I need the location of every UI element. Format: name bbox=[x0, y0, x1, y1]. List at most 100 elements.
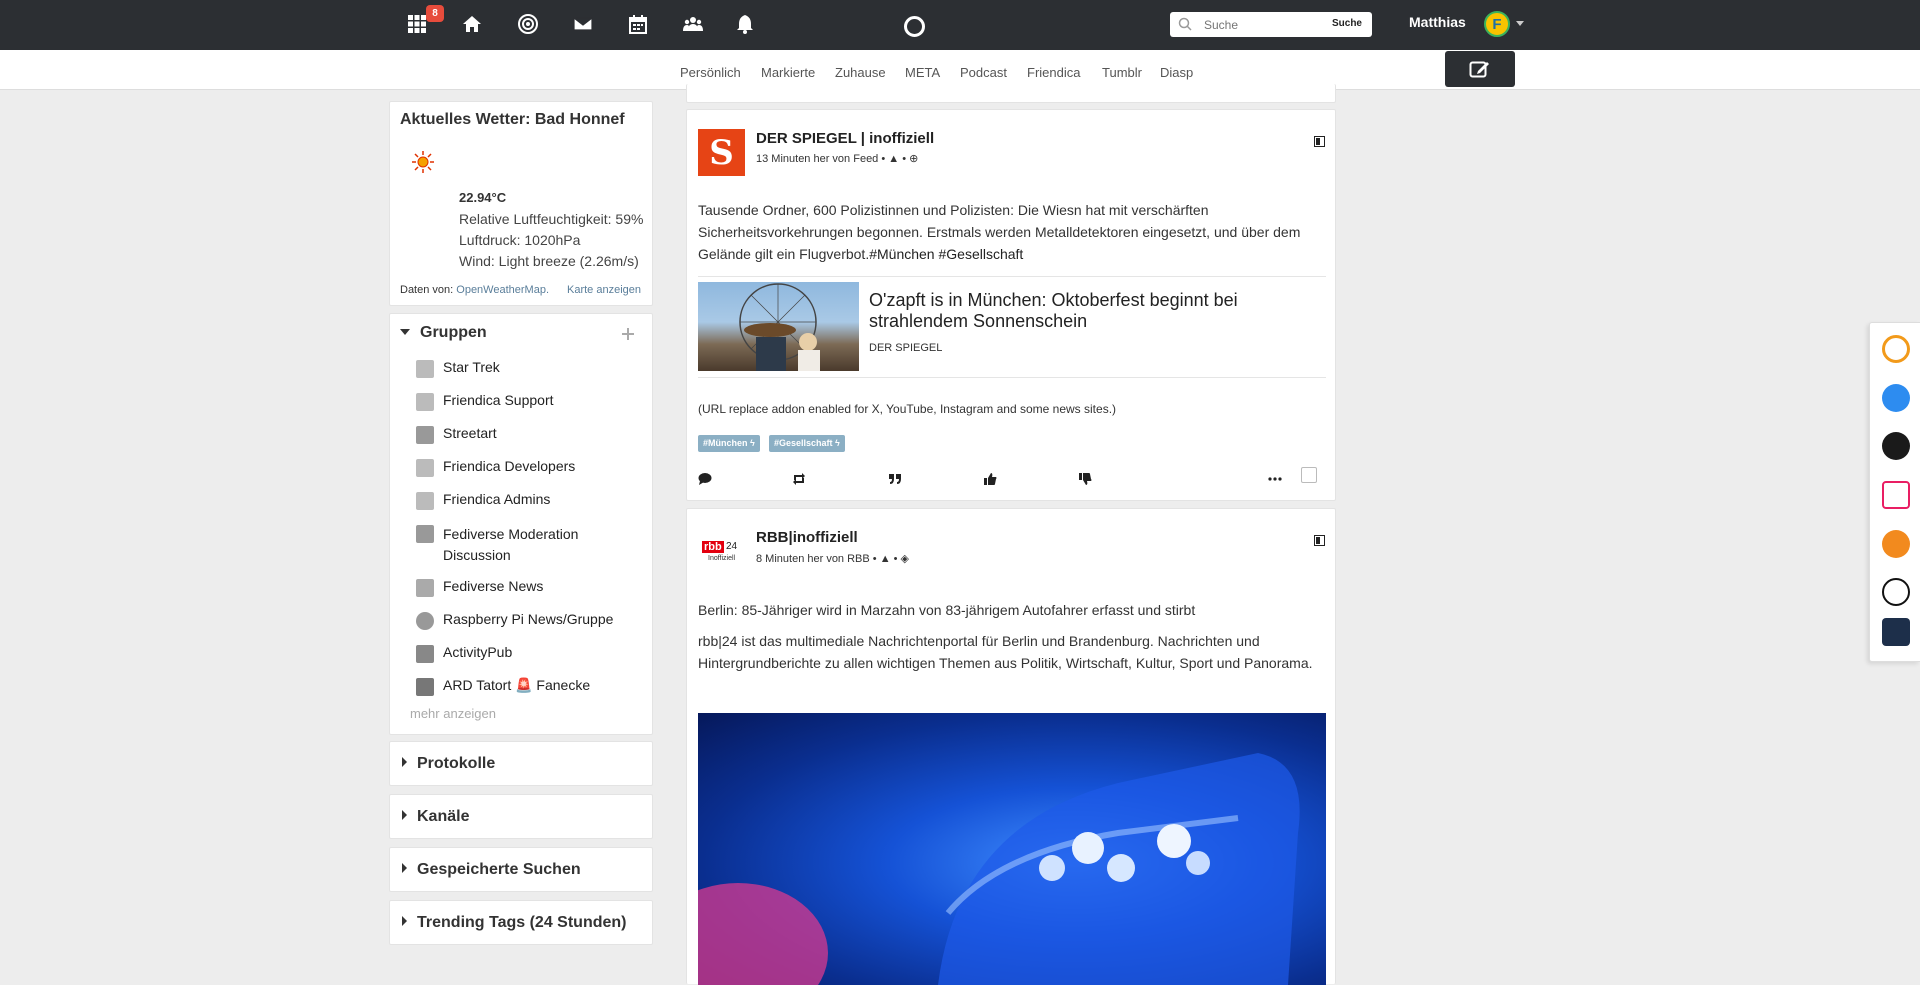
group-item-ard-tatort[interactable]: ARD Tatort 🚨 Fanecke bbox=[416, 677, 590, 696]
tab-tumblr[interactable]: Tumblr bbox=[1102, 65, 1142, 80]
group-avatar bbox=[416, 426, 434, 444]
section-saved-searches[interactable]: Gespeicherte Suchen bbox=[389, 847, 653, 892]
post-image-police-light[interactable] bbox=[698, 713, 1326, 985]
search-button[interactable]: Suche bbox=[1332, 18, 1362, 29]
group-avatar bbox=[416, 645, 434, 663]
group-item-activitypub[interactable]: ActivityPub bbox=[416, 644, 512, 663]
post-meta: 13 Minuten her von Feed • ▲ • ⊕ bbox=[756, 153, 919, 165]
post-body: rbb|24 ist das multimediale Nachrichtenp… bbox=[698, 633, 1313, 671]
section-protokolle[interactable]: Protokolle bbox=[389, 741, 653, 786]
comment-icon[interactable] bbox=[698, 472, 714, 488]
contacts-group-icon[interactable] bbox=[681, 12, 705, 36]
group-item-friendica-support[interactable]: Friendica Support bbox=[416, 392, 554, 411]
group-item-raspberry-pi[interactable]: Raspberry Pi News/Gruppe bbox=[416, 611, 613, 630]
quote-icon[interactable] bbox=[888, 472, 904, 488]
post-body: Tausende Ordner, 600 Polizistinnen und P… bbox=[698, 202, 1301, 262]
app-fediverse-icon[interactable] bbox=[1882, 335, 1910, 363]
user-menu-caret-icon[interactable] bbox=[1516, 21, 1524, 26]
group-item-fediverse-news[interactable]: Fediverse News bbox=[416, 578, 543, 597]
home-icon[interactable] bbox=[460, 12, 484, 36]
post-author[interactable]: DER SPIEGEL | inoffiziell bbox=[756, 130, 934, 147]
app-share-icon[interactable] bbox=[1882, 618, 1910, 646]
app-hexagon-icon[interactable] bbox=[1882, 481, 1910, 509]
section-kanaele[interactable]: Kanäle bbox=[389, 794, 653, 839]
weather-title: Aktuelles Wetter: Bad Honnef bbox=[400, 111, 625, 128]
rbb-logo-text: rbb bbox=[702, 541, 724, 553]
weather-humidity: Relative Luftfeuchtigkeit: 59% bbox=[459, 211, 644, 227]
rbb-logo-number: 24 bbox=[726, 541, 738, 552]
user-avatar[interactable]: F bbox=[1484, 11, 1510, 37]
app-yin-yang-icon[interactable] bbox=[1882, 578, 1910, 606]
section-trending-tags[interactable]: Trending Tags (24 Stunden) bbox=[389, 900, 653, 945]
link-preview-title[interactable]: O'zapft is in München: Oktoberfest begin… bbox=[869, 290, 1289, 332]
search-icon bbox=[1178, 17, 1192, 31]
app-bird-icon[interactable] bbox=[1882, 432, 1910, 460]
group-avatar bbox=[416, 579, 434, 597]
reshare-icon[interactable] bbox=[792, 472, 808, 488]
link-preview-source: DER SPIEGEL bbox=[869, 342, 943, 354]
notifications-bell-icon[interactable] bbox=[733, 12, 757, 36]
tab-friendica[interactable]: Friendica bbox=[1027, 65, 1080, 80]
tab-podcast[interactable]: Podcast bbox=[960, 65, 1007, 80]
expand-caret-icon bbox=[402, 757, 407, 767]
group-item-streetart[interactable]: Streetart bbox=[416, 425, 497, 444]
add-group-plus-icon[interactable] bbox=[622, 328, 634, 340]
group-item-friendica-developers[interactable]: Friendica Developers bbox=[416, 458, 575, 477]
post-spiegel: S DER SPIEGEL | inoffiziell 13 Minuten h… bbox=[686, 109, 1336, 501]
compose-button[interactable] bbox=[1445, 51, 1515, 87]
link-preview-image[interactable] bbox=[698, 282, 859, 371]
divider bbox=[698, 276, 1326, 277]
group-avatar bbox=[416, 459, 434, 477]
post-headline: Berlin: 85-Jähriger wird in Marzahn von … bbox=[698, 602, 1196, 618]
search-box: Suche bbox=[1170, 12, 1372, 37]
openweathermap-link[interactable]: OpenWeatherMap. bbox=[456, 284, 549, 296]
group-item-fediverse-moderation[interactable]: Fediverse Moderation Discussion bbox=[416, 524, 616, 566]
group-avatar bbox=[416, 612, 434, 630]
show-map-link[interactable]: Karte anzeigen bbox=[567, 284, 641, 296]
dislike-icon[interactable] bbox=[1078, 472, 1094, 488]
tab-diaspora[interactable]: Diasp bbox=[1160, 65, 1193, 80]
groups-header[interactable]: Gruppen bbox=[400, 324, 487, 342]
weather-widget: Aktuelles Wetter: Bad Honnef 22.94°C Rel… bbox=[389, 101, 653, 306]
calendar-icon[interactable] bbox=[626, 12, 650, 36]
like-icon[interactable] bbox=[983, 472, 999, 488]
divider bbox=[698, 377, 1326, 378]
group-avatar bbox=[416, 393, 434, 411]
weather-wind: Wind: Light breeze (2.26m/s) bbox=[459, 253, 639, 269]
show-more-groups-link[interactable]: mehr anzeigen bbox=[410, 706, 496, 721]
groups-widget: Gruppen Star Trek Friendica Support Stre… bbox=[389, 313, 653, 735]
mail-icon[interactable] bbox=[571, 12, 595, 36]
weather-pressure: Luftdruck: 1020hPa bbox=[459, 232, 581, 248]
more-options-icon[interactable] bbox=[1268, 472, 1284, 488]
collapse-caret-icon bbox=[400, 329, 410, 335]
expand-caret-icon bbox=[402, 810, 407, 820]
url-replace-note: (URL replace addon enabled for X, YouTub… bbox=[698, 402, 1117, 416]
expand-caret-icon bbox=[402, 863, 407, 873]
app-chat-icon[interactable] bbox=[1882, 384, 1910, 412]
network-target-icon[interactable] bbox=[516, 12, 540, 36]
weather-source: Daten von: OpenWeatherMap. bbox=[400, 284, 550, 296]
user-name[interactable]: Matthias bbox=[1409, 14, 1466, 30]
post-meta: 8 Minuten her von RBB • ▲ • ◈ bbox=[756, 553, 910, 565]
tab-meta[interactable]: META bbox=[905, 65, 940, 80]
notification-badge: 8 bbox=[426, 5, 444, 22]
tab-personal[interactable]: Persönlich bbox=[680, 65, 741, 80]
rbb-logo-subtitle: Inoffiziell bbox=[708, 555, 736, 562]
post-rbb: rbb 24 Inoffiziell RBB|inoffiziell 8 Min… bbox=[686, 508, 1336, 985]
group-item-friendica-admins[interactable]: Friendica Admins bbox=[416, 491, 550, 510]
post-hashtags[interactable]: #München #Gesellschaft bbox=[869, 246, 1023, 262]
feed-source-icon bbox=[1314, 136, 1325, 147]
tag-muenchen[interactable]: #München ϟ bbox=[698, 435, 760, 452]
post-author[interactable]: RBB|inoffiziell bbox=[756, 529, 858, 546]
select-post-checkbox[interactable] bbox=[1301, 467, 1317, 483]
group-avatar bbox=[416, 678, 434, 696]
tag-gesellschaft[interactable]: #Gesellschaft ϟ bbox=[769, 435, 845, 452]
tab-starred[interactable]: Markierte bbox=[761, 65, 815, 80]
rbb-avatar[interactable]: rbb 24 Inoffiziell bbox=[698, 529, 745, 576]
group-item-star-trek[interactable]: Star Trek bbox=[416, 359, 500, 378]
loading-indicator-icon bbox=[904, 16, 925, 37]
app-face-icon[interactable] bbox=[1882, 530, 1910, 558]
spiegel-avatar[interactable]: S bbox=[698, 129, 745, 176]
ferris-wheel-image bbox=[739, 283, 820, 371]
search-input[interactable] bbox=[1204, 15, 1316, 34]
